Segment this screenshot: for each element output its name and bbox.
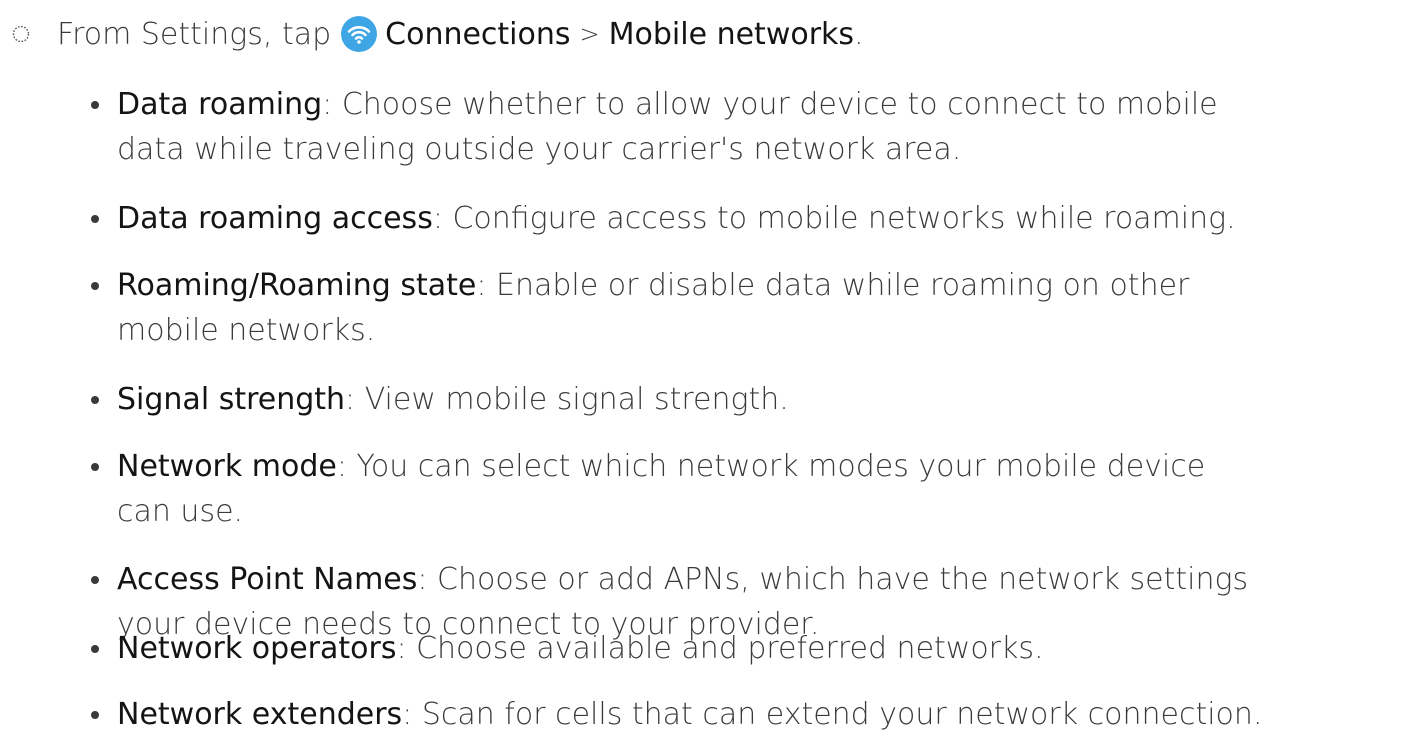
option-term: Data roaming access bbox=[117, 201, 433, 236]
option-description: : Scan for cells that can extend your ne… bbox=[402, 697, 1263, 732]
bullet-icon bbox=[91, 396, 99, 404]
option-description: : Configure access to mobile networks wh… bbox=[432, 201, 1236, 236]
list-item-text: Data roaming: Choose whether to allow yo… bbox=[117, 82, 1402, 172]
option-term: Roaming/Roaming state bbox=[117, 268, 477, 303]
chevron-separator: > bbox=[579, 20, 600, 48]
bullet-icon bbox=[91, 463, 99, 471]
option-term: Data roaming bbox=[117, 87, 323, 122]
option-term: Access Point Names bbox=[117, 562, 418, 597]
option-term: Network extenders bbox=[117, 697, 403, 732]
list-item-text: Signal strength: View mobile signal stre… bbox=[117, 377, 1402, 422]
option-term: Network mode bbox=[117, 449, 337, 484]
option-term: Signal strength bbox=[117, 382, 346, 417]
bullet-icon bbox=[91, 101, 99, 109]
bullet-icon bbox=[91, 711, 99, 719]
step-suffix: . bbox=[854, 16, 864, 52]
list-item-text: Data roaming access: Configure access to… bbox=[117, 196, 1402, 241]
option-description: : Choose available and preferred network… bbox=[396, 631, 1044, 666]
option-description: : Choose whether to allow your device to… bbox=[322, 87, 1218, 122]
bullet-icon bbox=[91, 645, 99, 653]
step-prefix: From Settings, tap bbox=[57, 16, 332, 52]
option-description-continued: can use. bbox=[117, 494, 244, 529]
connections-link: Connections bbox=[385, 16, 571, 52]
option-description-continued: mobile networks. bbox=[117, 313, 376, 348]
option-description: : View mobile signal strength. bbox=[345, 382, 789, 417]
list-item-text: Network mode: You can select which netwo… bbox=[117, 444, 1402, 534]
bullet-icon bbox=[91, 576, 99, 584]
option-description-continued: data while traveling outside your carrie… bbox=[117, 132, 962, 167]
bullet-icon bbox=[91, 282, 99, 290]
option-term: Network operators bbox=[117, 631, 397, 666]
mobile-networks-link: Mobile networks bbox=[608, 16, 855, 52]
option-description: : You can select which network modes you… bbox=[336, 449, 1206, 484]
option-description: : Choose or add APNs, which have the net… bbox=[417, 562, 1249, 597]
option-description: : Enable or disable data while roaming o… bbox=[476, 268, 1190, 303]
step-circle-icon bbox=[11, 24, 31, 44]
list-item-text: Network operators: Choose available and … bbox=[117, 626, 1402, 671]
wifi-icon bbox=[341, 16, 378, 52]
bullet-icon bbox=[91, 215, 99, 223]
list-item-text: Roaming/Roaming state: Enable or disable… bbox=[117, 263, 1402, 353]
list-item-text: Network extenders: Scan for cells that c… bbox=[117, 692, 1402, 737]
step-line: From Settings, tap Connections > Mobile … bbox=[0, 12, 864, 56]
